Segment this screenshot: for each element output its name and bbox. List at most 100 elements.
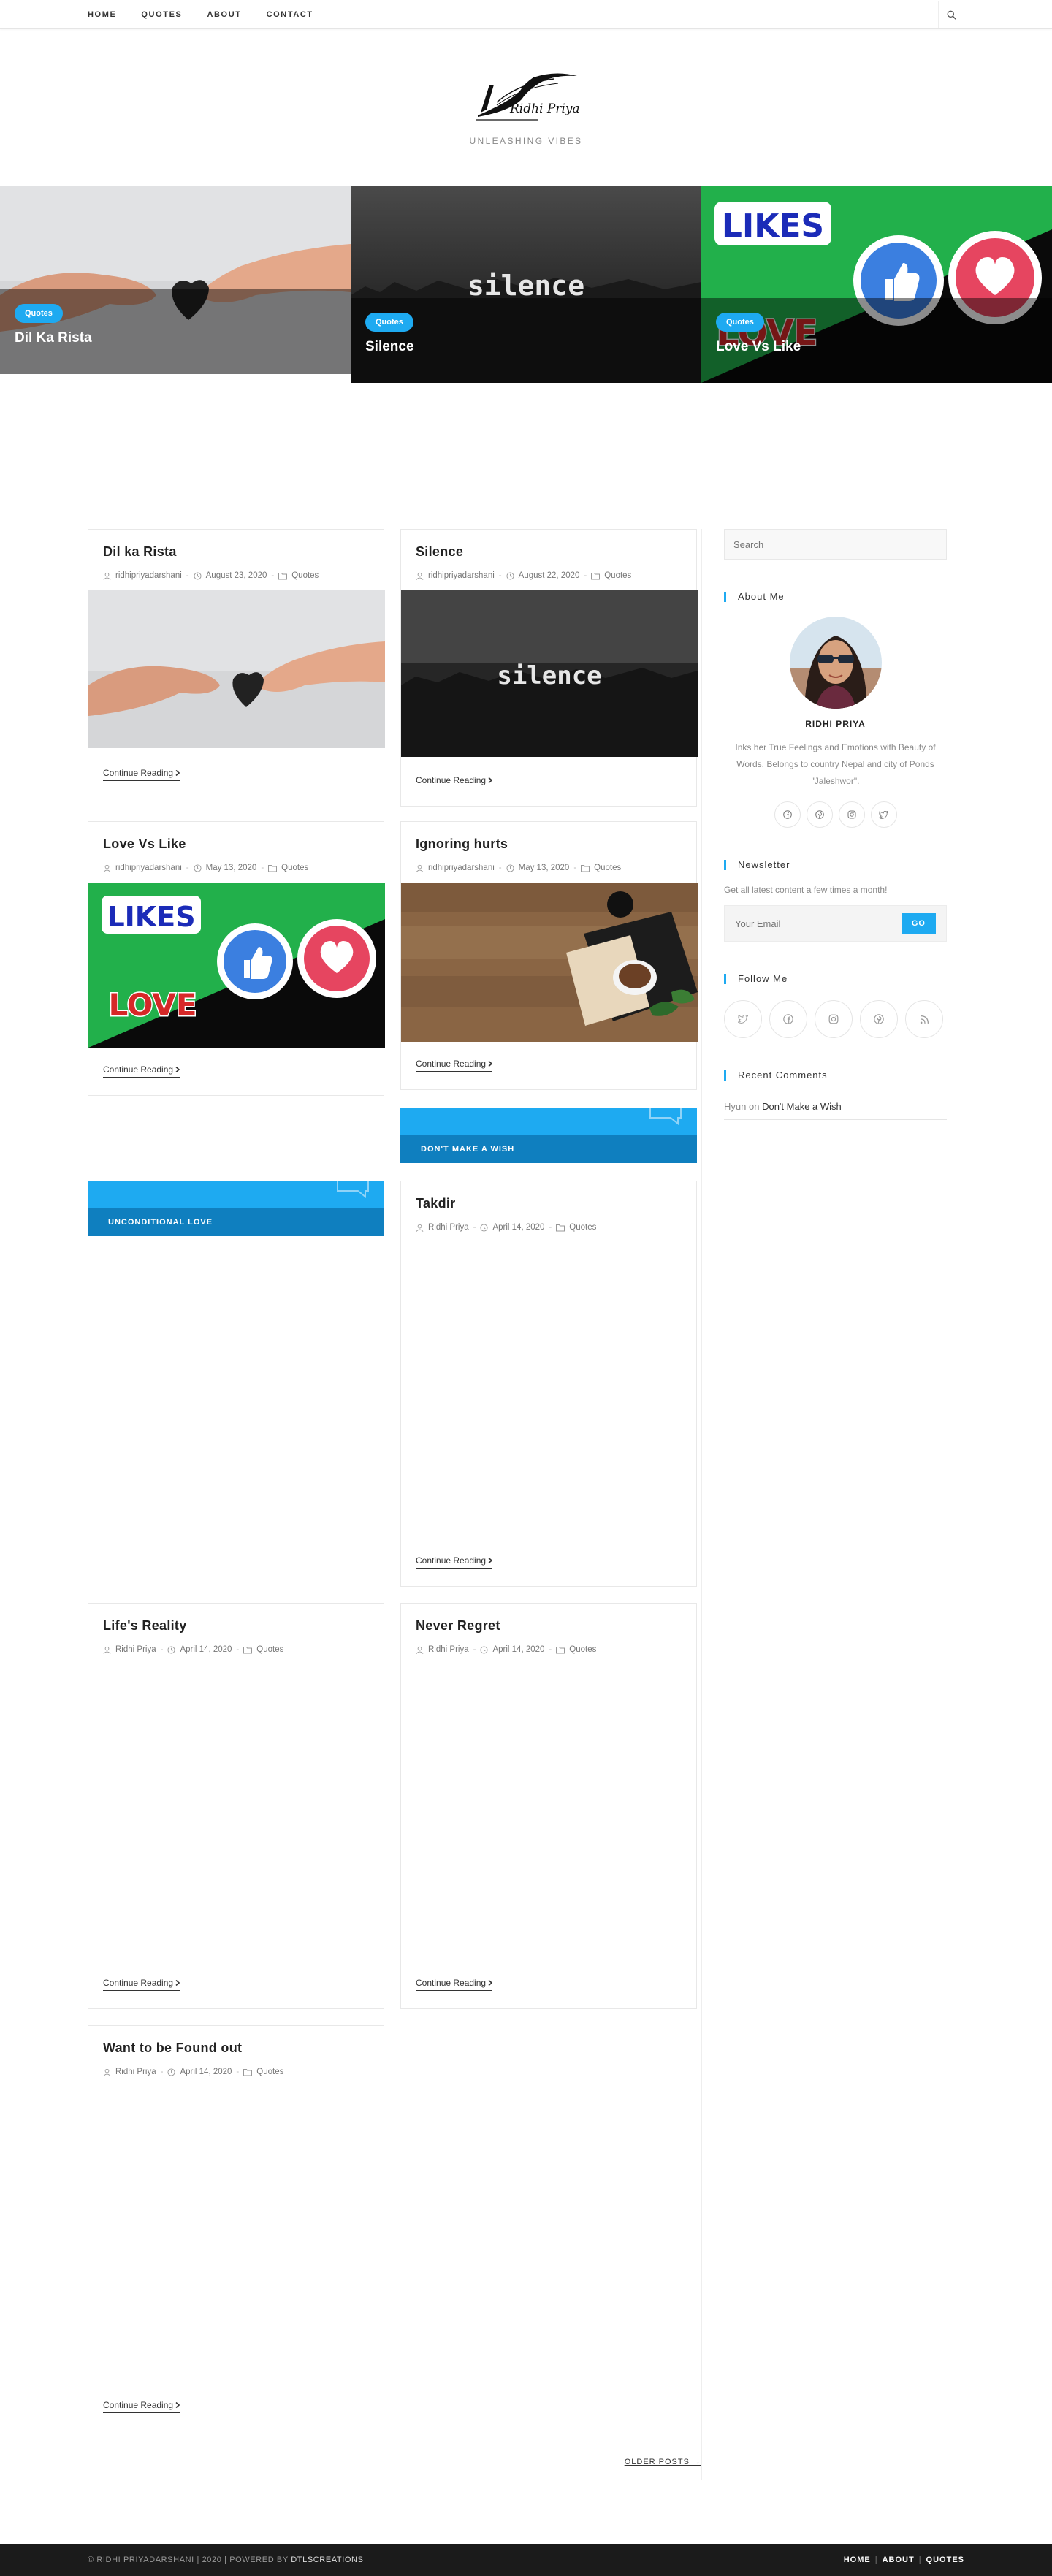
post-author[interactable]: ridhipriyadarshani (428, 571, 495, 580)
post-author[interactable]: ridhipriyadarshani (428, 864, 495, 872)
footer-nav-quotes[interactable]: QUOTES (926, 2556, 964, 2564)
post-thumbnail[interactable] (401, 883, 698, 1042)
post-card: Want to be Found out Ridhi Priya - April … (88, 2025, 384, 2431)
twitter-link[interactable] (870, 801, 897, 828)
banner-label: UNCONDITIONAL LOVE (88, 1208, 384, 1236)
clock-icon (506, 571, 514, 580)
continue-reading-link[interactable]: Continue Reading (416, 1978, 493, 1991)
newsletter-form: GO (724, 905, 947, 942)
post-card: Never Regret Ridhi Priya - April 14, 2020… (400, 1603, 697, 2009)
comment-post-link[interactable]: Don't Make a Wish (762, 1101, 842, 1112)
nav-quotes[interactable]: QUOTES (141, 10, 182, 19)
post-title[interactable]: Want to be Found out (103, 2040, 369, 2056)
post-title[interactable]: Silence (416, 544, 682, 560)
continue-reading-link[interactable]: Continue Reading (103, 1064, 180, 1078)
post-thumbnail[interactable]: LIKES LOVE (88, 883, 385, 1048)
chevron-right-icon (175, 1066, 180, 1073)
post-category[interactable]: Quotes (256, 2068, 283, 2076)
slide-dil-ka-rista[interactable]: Quotes Dil Ka Rista (0, 186, 351, 374)
sidebar-search-input[interactable] (724, 529, 947, 560)
post-card: Life's Reality Ridhi Priya - April 14, 20… (88, 1603, 384, 2009)
slide-love-vs-like[interactable]: LIKES LOVE Quotes Love Vs Like (701, 186, 1052, 383)
post-title[interactable]: Ignoring hurts (416, 837, 682, 852)
instagram-follow-link[interactable] (815, 1000, 853, 1038)
continue-reading-link[interactable]: Continue Reading (416, 775, 493, 788)
slide-image-text-likes: LIKES (722, 207, 824, 245)
post-thumbnail[interactable] (88, 590, 385, 748)
search-toggle-button[interactable] (938, 1, 964, 28)
pinterest-icon (815, 810, 824, 819)
chevron-right-icon (488, 1060, 493, 1067)
post-author[interactable]: Ridhi Priya (428, 1645, 469, 1654)
user-icon (416, 864, 424, 872)
nav-contact[interactable]: CONTACT (267, 10, 313, 19)
slide-silence[interactable]: silence Quotes Silence (351, 186, 701, 383)
post-author[interactable]: ridhipriyadarshani (115, 571, 182, 580)
post-category[interactable]: Quotes (569, 1645, 596, 1654)
post-date: April 14, 2020 (180, 2068, 232, 2076)
recent-comment-item: Hyun on Don't Make a Wish (724, 1101, 947, 1120)
twitter-follow-link[interactable] (724, 1000, 762, 1038)
post-card: Silence ridhipriyadarshani - August 22, 2… (400, 529, 698, 807)
post-author[interactable]: ridhipriyadarshani (115, 864, 182, 872)
continue-reading-link[interactable]: Continue Reading (416, 1059, 493, 1072)
post-card: Dil ka Rista ridhipriyadarshani - August … (88, 529, 385, 799)
slide-category-badge[interactable]: Quotes (365, 313, 413, 332)
logo-text: Ridhi Priya (509, 102, 580, 116)
post-meta: Ridhi Priya - April 14, 2020- Quotes (103, 1645, 369, 1654)
newsletter-description: Get all latest content a few times a mon… (724, 885, 888, 895)
banner-top (88, 1181, 384, 1208)
slide-caption: Quotes Silence (351, 298, 701, 383)
post-title[interactable]: Love Vs Like (103, 837, 369, 852)
instagram-link[interactable] (838, 801, 865, 828)
facebook-link[interactable] (774, 801, 801, 828)
post-title[interactable]: Life's Reality (103, 1618, 369, 1634)
chat-bubble-icon (649, 1108, 682, 1125)
footer-powered-link[interactable]: DTLSCREATIONS (291, 2556, 363, 2564)
post-title[interactable]: Never Regret (416, 1618, 682, 1634)
pinterest-follow-link[interactable] (860, 1000, 898, 1038)
footer-nav-home[interactable]: HOME (844, 2556, 871, 2564)
nav-about[interactable]: ABOUT (207, 10, 241, 19)
post-author[interactable]: Ridhi Priya (115, 2068, 156, 2076)
post-category[interactable]: Quotes (281, 864, 308, 872)
folder-icon (556, 1646, 565, 1653)
older-posts-link[interactable]: OLDER POSTS → (624, 2458, 701, 2469)
continue-reading-link[interactable]: Continue Reading (103, 2400, 180, 2413)
post-title[interactable]: Takdir (416, 1196, 682, 1211)
post-author[interactable]: Ridhi Priya (428, 1223, 469, 1232)
pinterest-link[interactable] (806, 801, 833, 828)
newsletter-go-button[interactable]: GO (901, 913, 936, 934)
slide-title[interactable]: Dil Ka Rista (15, 330, 336, 346)
post-category[interactable]: Quotes (594, 864, 621, 872)
rss-follow-link[interactable] (905, 1000, 943, 1038)
nav-home[interactable]: HOME (88, 10, 116, 19)
slide-category-badge[interactable]: Quotes (716, 313, 764, 332)
slide-title[interactable]: Silence (365, 339, 687, 355)
post-category[interactable]: Quotes (256, 1645, 283, 1654)
post-category[interactable]: Quotes (291, 571, 319, 580)
post-thumbnail[interactable]: silence (401, 590, 698, 757)
banner-label: DON'T MAKE A WISH (400, 1135, 697, 1163)
post-date: April 14, 2020 (492, 1223, 545, 1232)
quote-banner-dont-make-a-wish[interactable]: DON'T MAKE A WISH (400, 1108, 697, 1163)
continue-reading-link[interactable]: Continue Reading (103, 1978, 180, 1991)
post-title[interactable]: Dil ka Rista (103, 544, 369, 560)
quote-banner-unconditional-love[interactable]: UNCONDITIONAL LOVE (88, 1181, 384, 1236)
thumbnail-text-likes: LIKES (107, 901, 195, 933)
slide-title[interactable]: Love Vs Like (716, 339, 1037, 355)
author-name: RIDHI PRIYA (805, 719, 866, 729)
continue-reading-link[interactable]: Continue Reading (103, 768, 180, 781)
facebook-follow-link[interactable] (769, 1000, 807, 1038)
newsletter-email-input[interactable] (735, 918, 881, 929)
footer-nav-about[interactable]: ABOUT (883, 2556, 915, 2564)
site-logo[interactable]: Ridhi Priya (468, 69, 584, 127)
post-author[interactable]: Ridhi Priya (115, 1645, 156, 1654)
slide-category-badge[interactable]: Quotes (15, 304, 63, 323)
chat-bubble-icon (337, 1181, 369, 1198)
post-category[interactable]: Quotes (569, 1223, 596, 1232)
post-category[interactable]: Quotes (604, 571, 631, 580)
continue-reading-link[interactable]: Continue Reading (416, 1555, 493, 1569)
clock-icon (194, 571, 202, 580)
rss-icon (920, 1015, 929, 1024)
